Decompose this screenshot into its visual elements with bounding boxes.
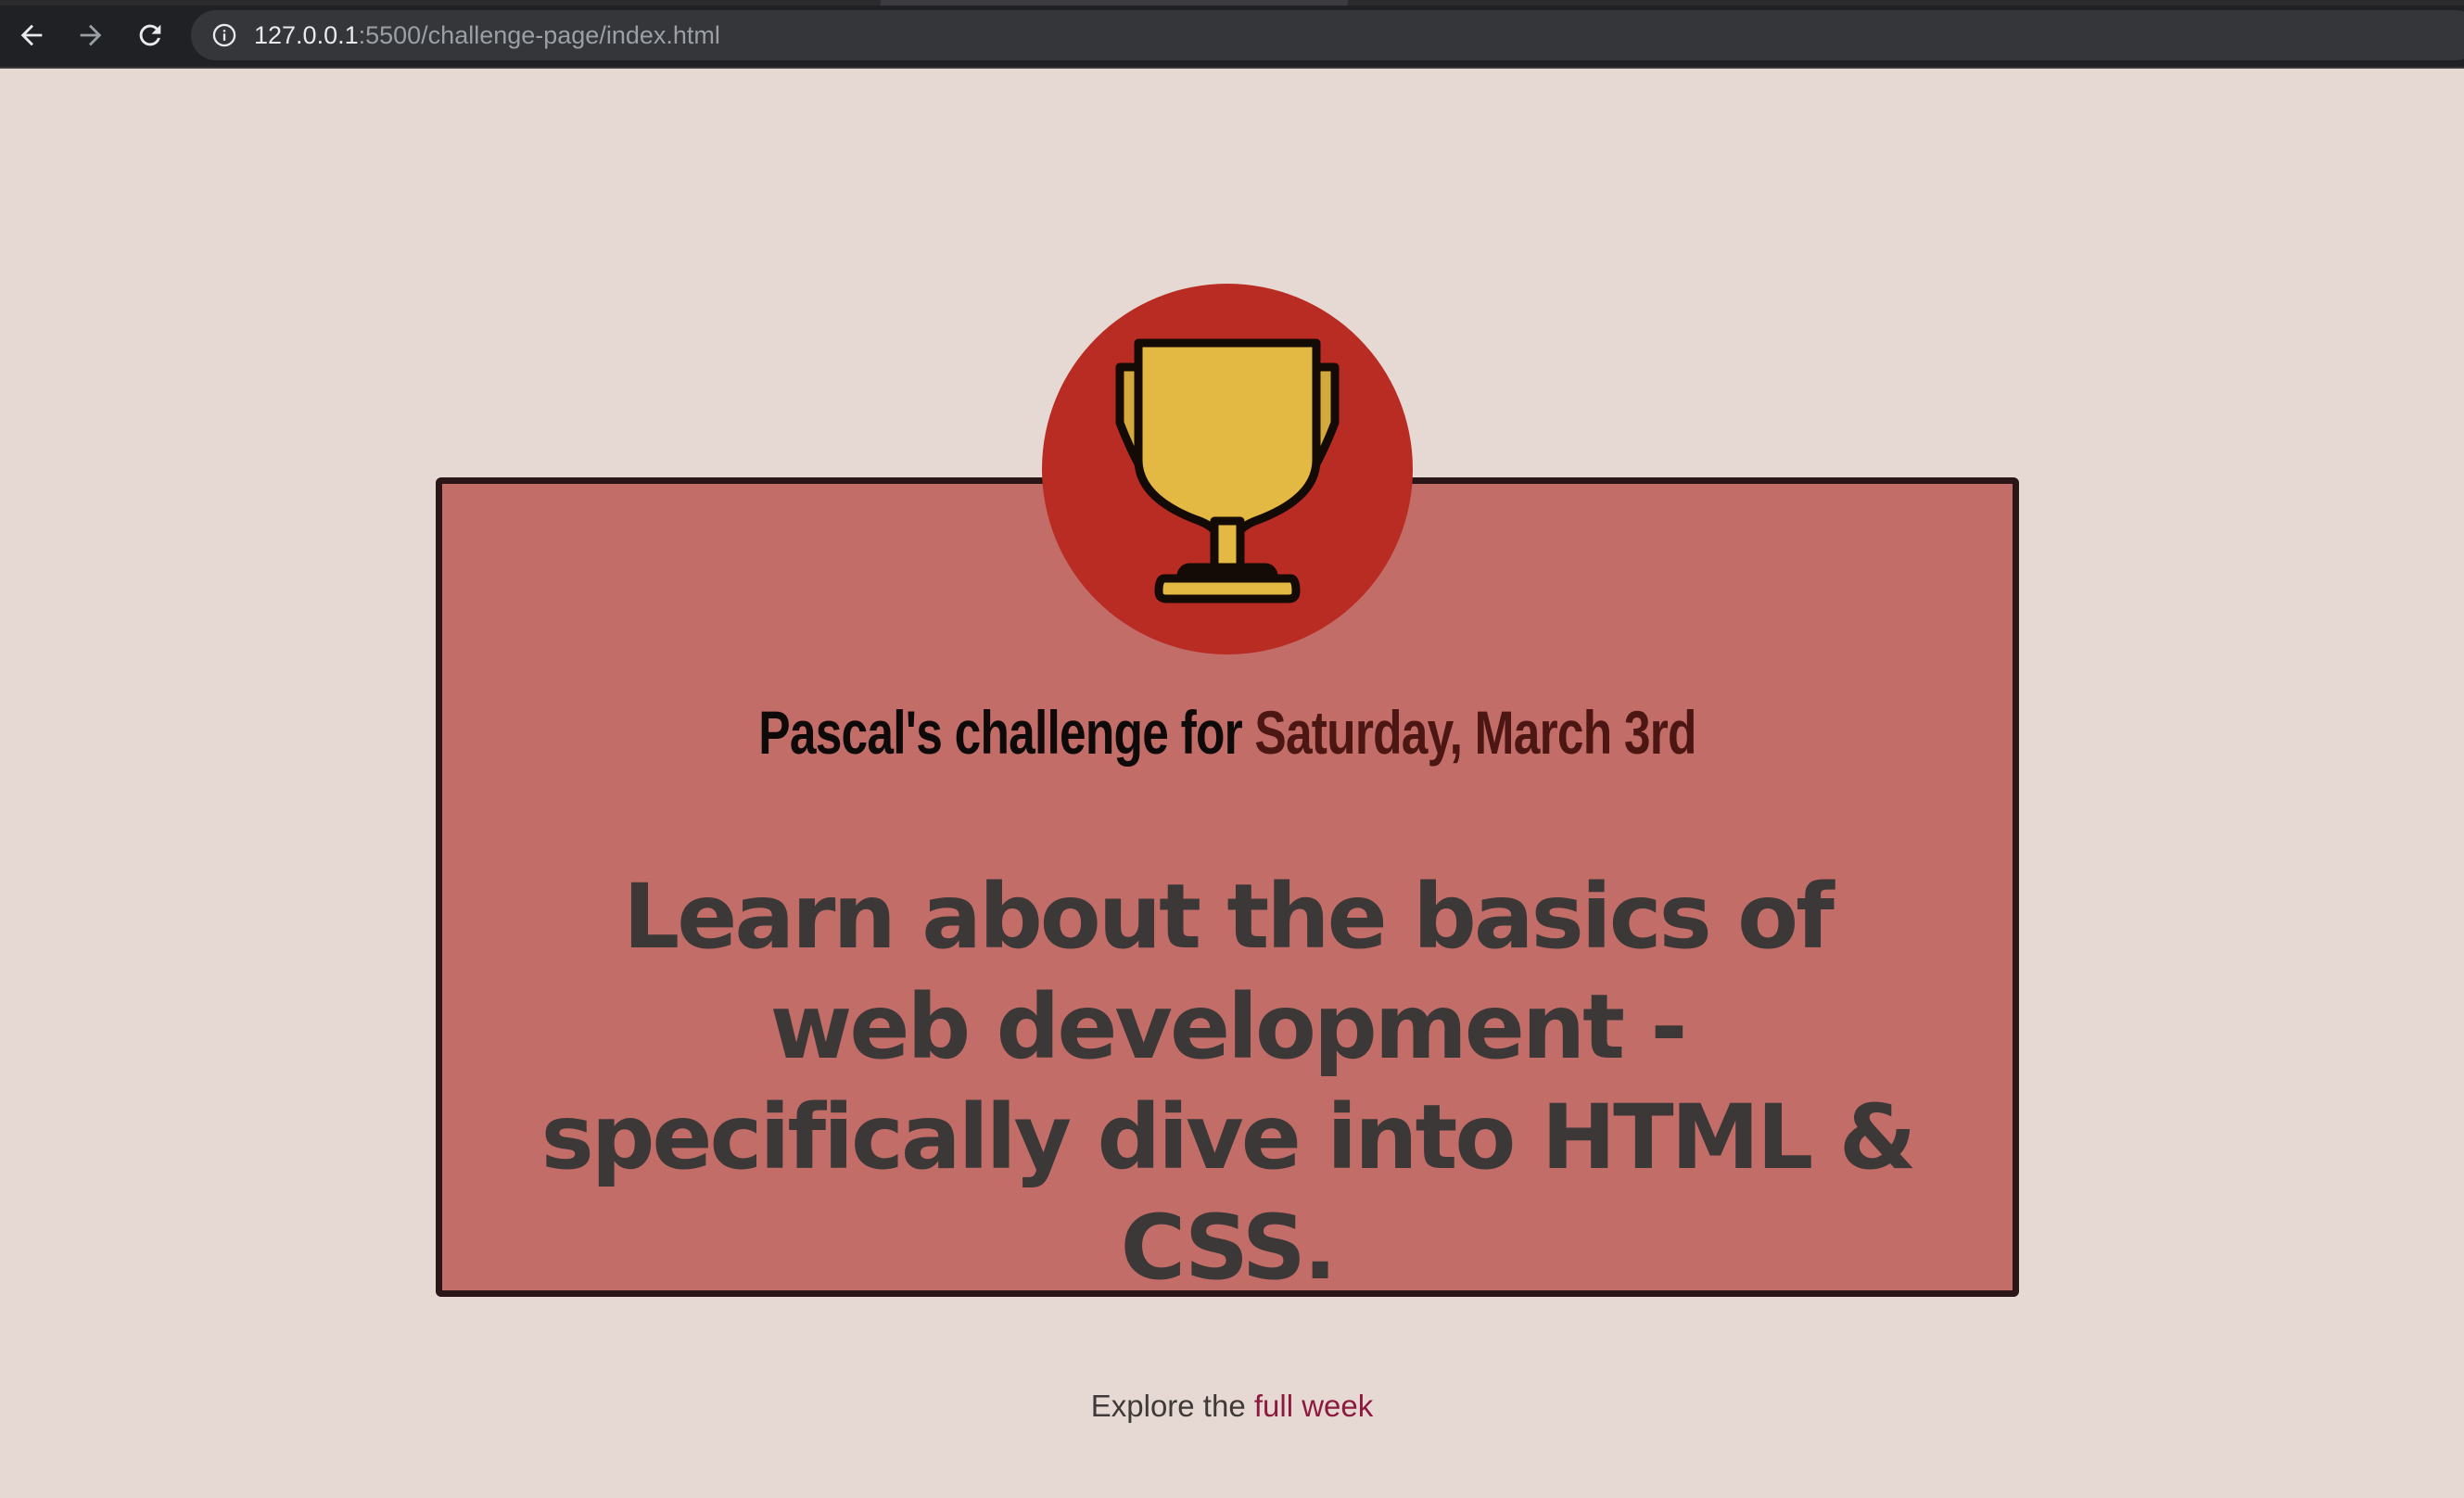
reload-button[interactable]: [132, 17, 169, 54]
trophy-badge: [1042, 284, 1413, 654]
challenge-date: Saturday, March 3rd: [1254, 698, 1696, 767]
challenge-subtitle: Pascal's challenge for Saturday, March 3…: [610, 691, 1845, 774]
url-path: :5500/challenge-page/index.html: [358, 21, 720, 49]
reload-icon: [139, 24, 161, 46]
browser-toolbar: 127.0.0.1:5500/challenge-page/index.html: [0, 0, 2464, 69]
forward-button[interactable]: [72, 17, 109, 54]
challenge-description: Learn about the basics of web developmen…: [540, 865, 1917, 1300]
footer-prefix: Explore the: [1090, 1389, 1254, 1423]
trophy-icon: [1115, 338, 1340, 603]
address-bar[interactable]: 127.0.0.1:5500/challenge-page/index.html: [191, 10, 2464, 60]
back-button[interactable]: [13, 17, 50, 54]
url-text[interactable]: 127.0.0.1:5500/challenge-page/index.html: [254, 10, 720, 60]
arrow-back-icon: [20, 24, 43, 46]
subtitle-prefix: Pascal's challenge for: [758, 698, 1255, 767]
info-icon[interactable]: [211, 22, 237, 48]
full-week-link[interactable]: full week: [1254, 1389, 1373, 1423]
arrow-forward-icon: [80, 24, 102, 46]
footer: Explore the full week: [0, 1383, 2464, 1429]
active-tab[interactable]: [881, 0, 1348, 6]
url-host: 127.0.0.1: [254, 21, 359, 49]
tab-strip: [0, 0, 2464, 6]
